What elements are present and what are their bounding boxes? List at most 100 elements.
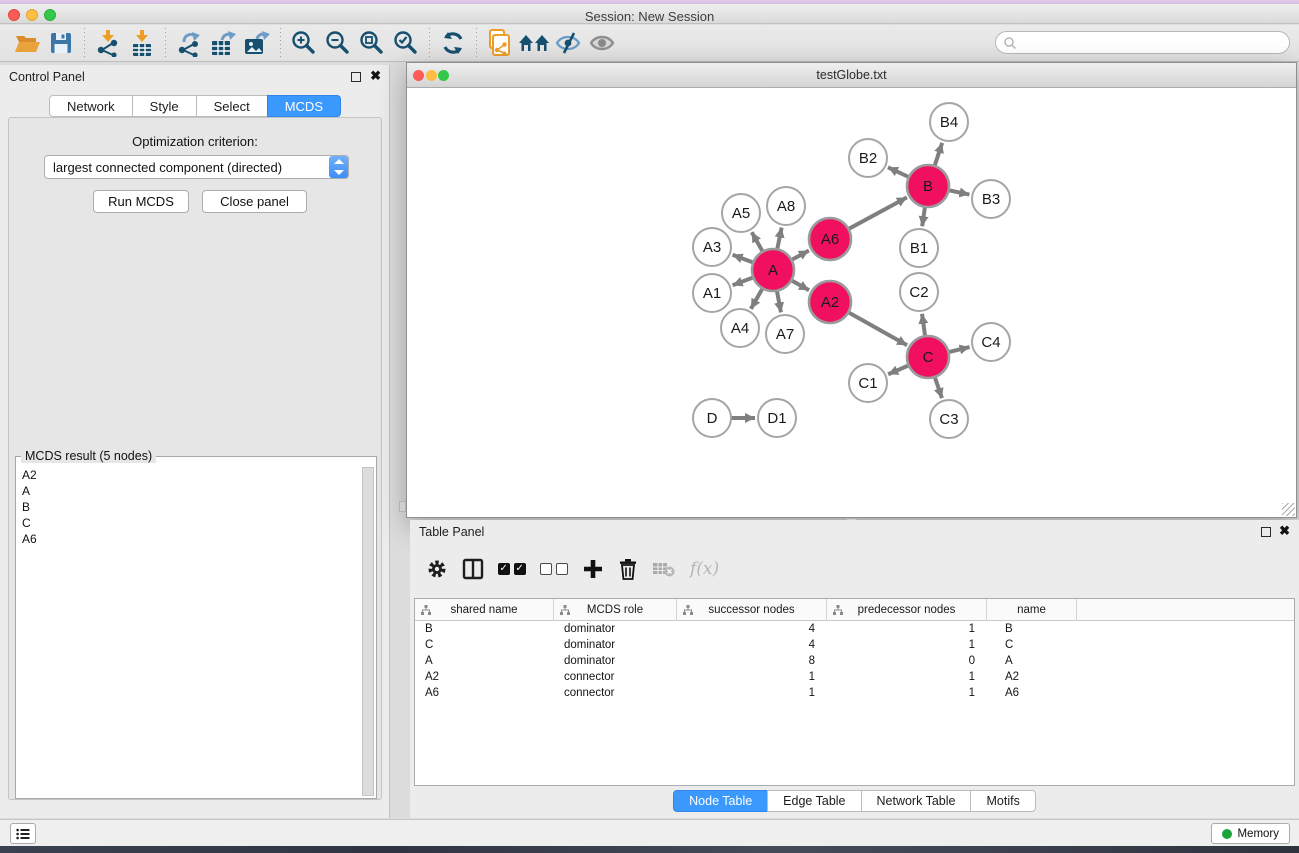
cell-name[interactable]: A <box>987 653 1077 669</box>
cell-name[interactable]: B <box>987 621 1077 637</box>
table-row[interactable]: Cdominator41C <box>415 637 1294 653</box>
cell-MCDS-role[interactable]: connector <box>554 669 677 685</box>
cell-predecessor-nodes[interactable]: 1 <box>827 621 987 637</box>
cell-predecessor-nodes[interactable]: 1 <box>827 685 987 701</box>
network-graph[interactable]: B4 B2 B B3 A8A5 A6 A3 B1 A C2 A1 A2 A4A7 C4 C C1 C3 D D1 <box>407 89 1296 518</box>
tab-network[interactable]: Network <box>49 95 133 117</box>
graph-node-D[interactable]: D <box>693 399 731 437</box>
result-item[interactable]: C <box>22 515 37 531</box>
network-window-titlebar[interactable]: testGlobe.txt <box>407 63 1296 88</box>
graph-node-D1[interactable]: D1 <box>758 399 796 437</box>
result-item[interactable]: A2 <box>22 467 37 483</box>
save-session-button[interactable] <box>44 28 78 58</box>
run-mcds-button[interactable]: Run MCDS <box>93 190 189 213</box>
control-panel-header[interactable]: Control Panel ✖ <box>0 65 389 89</box>
graph-node-B3[interactable]: B3 <box>972 180 1010 218</box>
window-resize-grip[interactable] <box>1282 503 1295 516</box>
graph-node-A2[interactable]: A2 <box>809 281 851 323</box>
main-titlebar[interactable]: Session: New Session <box>0 4 1299 24</box>
graph-node-A7[interactable]: A7 <box>766 315 804 353</box>
column-header-shared-name[interactable]: shared name <box>415 599 554 621</box>
tab-network-table[interactable]: Network Table <box>861 790 972 812</box>
cell-successor-nodes[interactable]: 8 <box>677 653 827 669</box>
search-input[interactable] <box>1017 36 1289 50</box>
tab-mcds[interactable]: MCDS <box>267 95 341 117</box>
cell-shared-name[interactable]: A <box>415 653 554 669</box>
graph-node-B4[interactable]: B4 <box>930 103 968 141</box>
mcds-result-list[interactable]: A2ABCA6 <box>22 467 37 547</box>
close-panel-icon[interactable]: ✖ <box>1279 524 1290 538</box>
export-table-button[interactable] <box>206 28 240 58</box>
deselect-all-columns-button[interactable] <box>540 554 568 584</box>
home-layout-button[interactable] <box>517 28 551 58</box>
import-table-button[interactable] <box>125 28 159 58</box>
close-panel-button[interactable]: Close panel <box>202 190 307 213</box>
cell-successor-nodes[interactable]: 1 <box>677 669 827 685</box>
cell-successor-nodes[interactable]: 4 <box>677 621 827 637</box>
cell-shared-name[interactable]: A2 <box>415 669 554 685</box>
graph-node-C3[interactable]: C3 <box>930 400 968 438</box>
cell-predecessor-nodes[interactable]: 1 <box>827 669 987 685</box>
refresh-button[interactable] <box>436 28 470 58</box>
graph-node-B2[interactable]: B2 <box>849 139 887 177</box>
show-columns-button[interactable] <box>462 554 484 584</box>
graph-node-A6[interactable]: A6 <box>809 218 851 260</box>
cell-shared-name[interactable]: A6 <box>415 685 554 701</box>
cell-MCDS-role[interactable]: dominator <box>554 637 677 653</box>
search-field[interactable] <box>995 31 1290 54</box>
tab-style[interactable]: Style <box>132 95 197 117</box>
cell-successor-nodes[interactable]: 1 <box>677 685 827 701</box>
column-header-name[interactable]: name <box>987 599 1077 621</box>
result-item[interactable]: B <box>22 499 37 515</box>
cell-MCDS-role[interactable]: connector <box>554 685 677 701</box>
select-all-columns-button[interactable] <box>498 554 526 584</box>
cell-shared-name[interactable]: B <box>415 621 554 637</box>
graph-node-A1[interactable]: A1 <box>693 274 731 312</box>
table-panel-header[interactable]: Table Panel ✖ <box>410 520 1299 544</box>
graph-node-C[interactable]: C <box>907 336 949 378</box>
tab-motifs[interactable]: Motifs <box>970 790 1035 812</box>
cell-predecessor-nodes[interactable]: 0 <box>827 653 987 669</box>
graph-node-A8[interactable]: A8 <box>767 187 805 225</box>
table-row[interactable]: A6connector11A6 <box>415 685 1294 701</box>
export-network-button[interactable] <box>172 28 206 58</box>
import-network-button[interactable] <box>91 28 125 58</box>
graph-node-A4[interactable]: A4 <box>721 309 759 347</box>
result-item[interactable]: A6 <box>22 531 37 547</box>
cell-shared-name[interactable]: C <box>415 637 554 653</box>
graph-node-B1[interactable]: B1 <box>900 229 938 267</box>
open-file-button[interactable] <box>10 28 44 58</box>
zoom-out-button[interactable] <box>321 28 355 58</box>
graph-node-A[interactable]: A <box>752 249 794 291</box>
float-panel-icon[interactable] <box>351 72 361 82</box>
graph-node-C1[interactable]: C1 <box>849 364 887 402</box>
export-image-button[interactable] <box>240 28 274 58</box>
graph-node-B[interactable]: B <box>907 165 949 207</box>
task-history-button[interactable] <box>10 823 36 844</box>
column-header-MCDS-role[interactable]: MCDS role <box>554 599 677 621</box>
cell-MCDS-role[interactable]: dominator <box>554 621 677 637</box>
graph-node-C4[interactable]: C4 <box>972 323 1010 361</box>
graph-node-A3[interactable]: A3 <box>693 228 731 266</box>
dropdown-stepper-icon[interactable] <box>329 156 348 178</box>
table-row[interactable]: Bdominator41B <box>415 621 1294 637</box>
tab-node-table[interactable]: Node Table <box>673 790 768 812</box>
column-header-successor-nodes[interactable]: successor nodes <box>677 599 827 621</box>
network-canvas[interactable]: B4 B2 B B3 A8A5 A6 A3 B1 A C2 A1 A2 A4A7 C4 C C1 C3 D D1 <box>407 89 1296 517</box>
memory-button[interactable]: Memory <box>1211 823 1290 844</box>
cell-successor-nodes[interactable]: 4 <box>677 637 827 653</box>
result-scrollbar[interactable] <box>362 467 374 796</box>
graph-node-A5[interactable]: A5 <box>722 194 760 232</box>
table-row[interactable]: Adominator80A <box>415 653 1294 669</box>
criterion-dropdown[interactable]: largest connected component (directed) <box>44 155 349 179</box>
new-network-from-selection-button[interactable] <box>483 28 517 58</box>
hide-unhide-button[interactable] <box>551 28 585 58</box>
graph-node-C2[interactable]: C2 <box>900 273 938 311</box>
tab-select[interactable]: Select <box>196 95 268 117</box>
tab-edge-table[interactable]: Edge Table <box>767 790 861 812</box>
cell-MCDS-role[interactable]: dominator <box>554 653 677 669</box>
zoom-fit-button[interactable] <box>355 28 389 58</box>
float-panel-icon[interactable] <box>1261 527 1271 537</box>
cell-name[interactable]: A2 <box>987 669 1077 685</box>
zoom-in-button[interactable] <box>287 28 321 58</box>
